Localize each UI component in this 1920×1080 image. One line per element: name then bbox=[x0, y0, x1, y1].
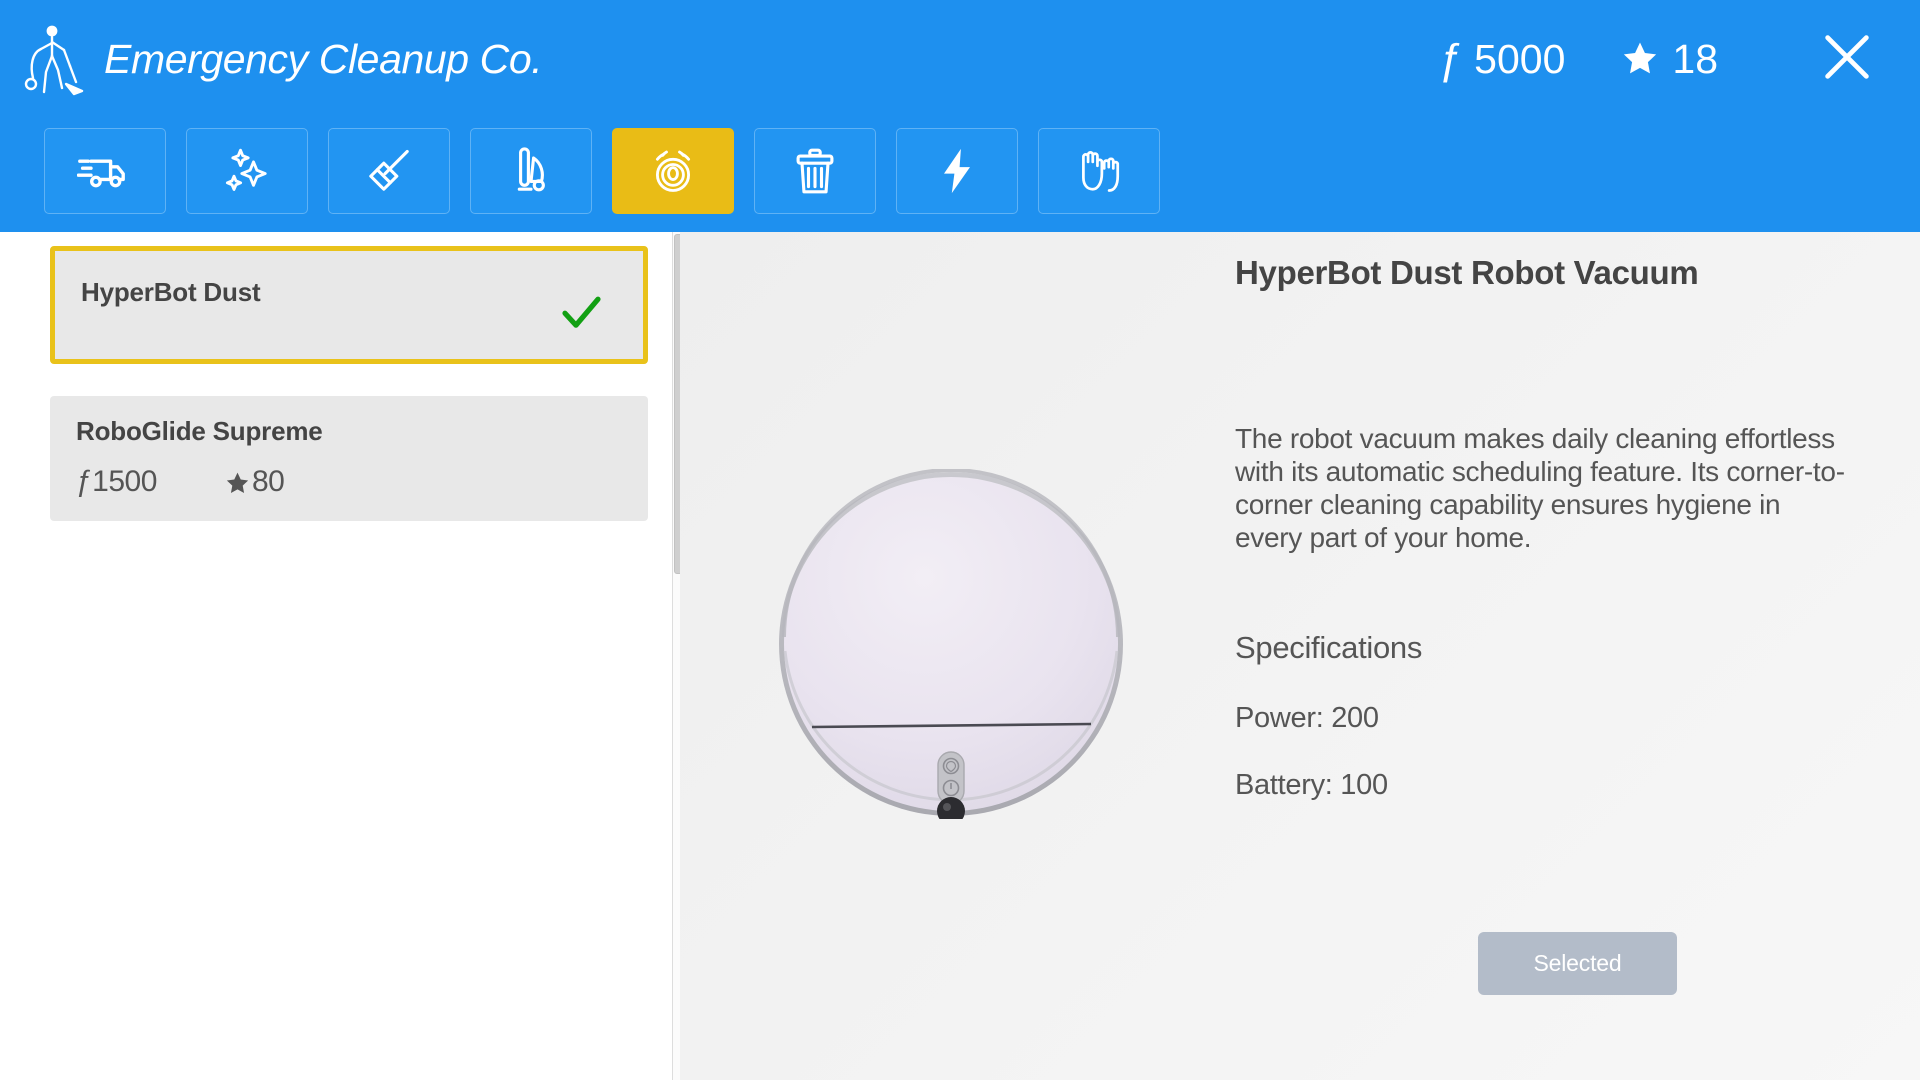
list-item-rating-value: 80 bbox=[251, 465, 285, 498]
lightning-bolt-icon bbox=[931, 145, 983, 197]
money-indicator: ƒ 5000 bbox=[1437, 34, 1566, 83]
broom-icon bbox=[363, 145, 415, 197]
gloves-icon bbox=[1073, 145, 1125, 197]
content-area: HyperBot Dust RoboGlide Supreme ƒ1500 80… bbox=[0, 232, 1920, 1080]
toolbar-item-delivery[interactable] bbox=[44, 128, 166, 214]
toolbar-item-robot-vacuum[interactable] bbox=[612, 128, 734, 214]
app-window: Emergency Cleanup Co. ƒ 5000 18 HyperBot… bbox=[0, 0, 1920, 1080]
star-icon bbox=[225, 470, 250, 495]
money-value: 5000 bbox=[1474, 35, 1566, 82]
toolbar-item-gloves[interactable] bbox=[1038, 128, 1160, 214]
product-action-row: Selected bbox=[1235, 932, 1920, 995]
list-item-roboglide-supreme[interactable]: RoboGlide Supreme ƒ1500 80 bbox=[50, 396, 648, 521]
category-toolbar bbox=[0, 118, 1920, 224]
list-item-hyperbot-dust[interactable]: HyperBot Dust bbox=[50, 246, 648, 364]
product-detail-pane: HyperBot Dust Robot Vacuum The robot vac… bbox=[680, 232, 1920, 1080]
robot-vacuum-photo bbox=[776, 468, 1126, 825]
select-product-button[interactable]: Selected bbox=[1477, 932, 1678, 995]
close-button[interactable] bbox=[1818, 30, 1876, 88]
header-top-bar: Emergency Cleanup Co. ƒ 5000 18 bbox=[0, 0, 1920, 118]
brand: Emergency Cleanup Co. bbox=[22, 22, 1381, 96]
product-title: HyperBot Dust Robot Vacuum bbox=[1235, 254, 1699, 291]
toolbar-item-vacuum-cleaner[interactable] bbox=[470, 128, 592, 214]
list-item-meta: ƒ1500 80 bbox=[76, 465, 622, 499]
stars-value: 18 bbox=[1672, 35, 1718, 82]
robot-vacuum-icon bbox=[647, 145, 699, 197]
header-hud: ƒ 5000 18 bbox=[1381, 30, 1876, 88]
trash-can-icon bbox=[789, 145, 841, 197]
toolbar-item-trash[interactable] bbox=[754, 128, 876, 214]
stars-indicator: 18 bbox=[1621, 35, 1718, 82]
toolbar-item-broom[interactable] bbox=[328, 128, 450, 214]
currency-symbol: ƒ bbox=[1437, 34, 1462, 83]
check-icon bbox=[557, 288, 605, 336]
product-description: The robot vacuum makes daily cleaning ef… bbox=[1235, 423, 1845, 554]
vacuum-cleaner-icon bbox=[505, 145, 557, 197]
spec-power: Power: 200 bbox=[1235, 702, 1379, 735]
person-vacuuming-icon bbox=[22, 22, 84, 96]
specifications-heading: Specifications bbox=[1235, 630, 1423, 666]
app-header: Emergency Cleanup Co. ƒ 5000 18 bbox=[0, 0, 1920, 232]
toolbar-item-sparkle-clean[interactable] bbox=[186, 128, 308, 214]
star-icon bbox=[1621, 40, 1659, 78]
sparkles-icon bbox=[221, 145, 273, 197]
list-item-rating: 80 bbox=[225, 465, 285, 499]
product-image-column bbox=[680, 232, 1235, 1080]
spec-battery: Battery: 100 bbox=[1235, 769, 1388, 802]
list-item-name: RoboGlide Supreme bbox=[76, 416, 323, 446]
toolbar-item-power[interactable] bbox=[896, 128, 1018, 214]
close-icon bbox=[1818, 28, 1876, 91]
list-item-name: HyperBot Dust bbox=[81, 277, 261, 307]
app-title: Emergency Cleanup Co. bbox=[104, 35, 543, 82]
product-list-pane: HyperBot Dust RoboGlide Supreme ƒ1500 80 bbox=[0, 232, 694, 1080]
list-item-price: ƒ1500 bbox=[76, 465, 157, 498]
delivery-truck-icon bbox=[77, 150, 133, 192]
